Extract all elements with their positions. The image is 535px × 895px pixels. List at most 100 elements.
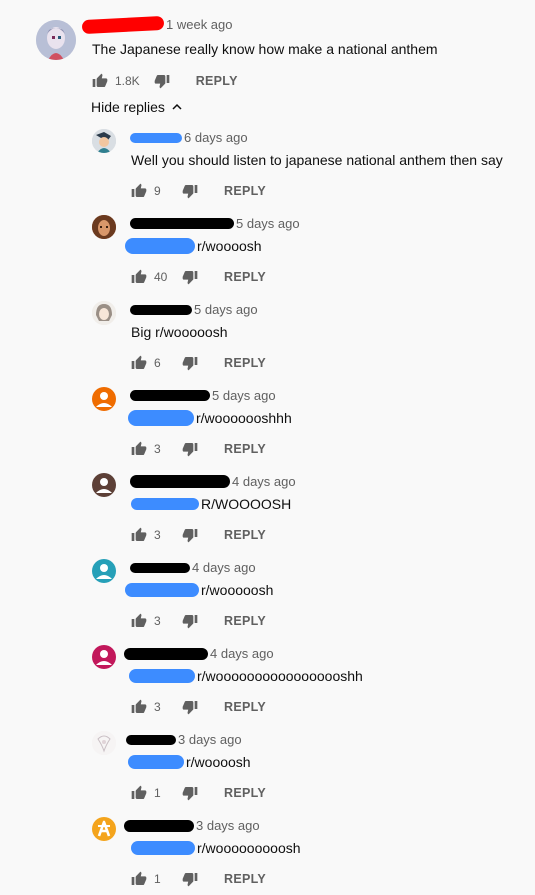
comment-text-content: r/wooooooooosh: [197, 840, 301, 856]
redacted-mention: [128, 755, 184, 769]
comment-text: r/wooooooshhh: [128, 410, 292, 426]
comment-text-content: r/wooooosh: [201, 582, 274, 598]
thumbs-down-icon[interactable]: [182, 183, 198, 199]
reply-button[interactable]: REPLY: [224, 786, 266, 800]
like-count: 6: [154, 356, 161, 370]
comment-time[interactable]: 6 days ago: [184, 130, 248, 145]
avatar[interactable]: [92, 473, 116, 497]
comment-actions: 3 REPLY: [131, 613, 266, 629]
thumbs-up-icon[interactable]: [131, 269, 147, 285]
comment-actions: 1 REPLY: [131, 871, 266, 887]
thumbs-down-icon[interactable]: [182, 269, 198, 285]
comment-time[interactable]: 3 days ago: [178, 732, 242, 747]
reply-item: 6 days ago Well you should listen to jap…: [0, 126, 535, 206]
avatar[interactable]: [92, 817, 116, 841]
default-avatar-icon: [96, 650, 112, 665]
comment-meta: 3 days ago: [126, 732, 242, 747]
reply-item: 3 days ago r/wooooooooosh 1 REPLY: [0, 814, 535, 895]
comment-time[interactable]: 1 week ago: [166, 17, 233, 32]
thumbs-down-icon[interactable]: [182, 355, 198, 371]
thumbs-down-icon[interactable]: [182, 613, 198, 629]
redacted-username: [130, 132, 182, 143]
reply-button[interactable]: REPLY: [224, 528, 266, 542]
default-avatar-icon: [96, 392, 112, 407]
redacted-username: [130, 475, 230, 488]
thumbs-down-icon[interactable]: [154, 73, 170, 89]
reply-button[interactable]: REPLY: [224, 356, 266, 370]
redacted-username: [126, 734, 176, 745]
avatar[interactable]: [92, 731, 116, 755]
avatar[interactable]: [92, 387, 116, 411]
thumbs-up-icon[interactable]: [131, 441, 147, 457]
comment-time[interactable]: 5 days ago: [212, 388, 276, 403]
comment-text: R/WOOOOSH: [131, 496, 291, 512]
comment-text: r/woooosh: [128, 754, 251, 770]
reply-item: 5 days ago r/woooosh 40 REPLY: [0, 212, 535, 292]
thumbs-up-icon[interactable]: [131, 699, 147, 715]
reply-button[interactable]: REPLY: [224, 614, 266, 628]
comment-actions: 3 REPLY: [131, 699, 266, 715]
reply-button[interactable]: REPLY: [224, 270, 266, 284]
comment-actions: 3 REPLY: [131, 527, 266, 543]
thumbs-up-icon[interactable]: [131, 527, 147, 543]
comment-text: r/wooooosh: [125, 582, 273, 598]
avatar[interactable]: [92, 301, 116, 325]
reply-item: 5 days ago Big r/wooooosh 6 REPLY: [0, 298, 535, 378]
like-count: 1: [154, 872, 161, 886]
comment-time[interactable]: 4 days ago: [232, 474, 296, 489]
comment-actions: 6 REPLY: [131, 355, 266, 371]
reply-button[interactable]: REPLY: [224, 184, 266, 198]
like-count: 1: [154, 786, 161, 800]
avatar-art-icon: [92, 301, 116, 325]
like-count: 3: [154, 528, 161, 542]
reply-button[interactable]: REPLY: [196, 74, 238, 88]
redacted-username: [130, 390, 210, 401]
thumbs-down-icon[interactable]: [182, 699, 198, 715]
reply-button[interactable]: REPLY: [224, 700, 266, 714]
chevron-up-icon: [172, 103, 182, 110]
avatar[interactable]: [36, 20, 76, 60]
comment-text: r/wooooooooooooooooshh: [129, 668, 363, 684]
comment-meta: 6 days ago: [130, 130, 248, 145]
thumbs-up-icon[interactable]: [131, 183, 147, 199]
comment-text: r/wooooooooosh: [131, 840, 301, 856]
comment-meta: 4 days ago: [130, 560, 256, 575]
avatar[interactable]: [92, 215, 116, 239]
comment-meta: 4 days ago: [130, 474, 296, 489]
avatar[interactable]: [92, 129, 116, 153]
default-avatar-icon: [96, 564, 112, 579]
thumbs-down-icon[interactable]: [182, 785, 198, 801]
comment-time[interactable]: 5 days ago: [194, 302, 258, 317]
avatar[interactable]: [92, 559, 116, 583]
reply-item: 3 days ago r/woooosh 1 REPLY: [0, 728, 535, 808]
thumbs-down-icon[interactable]: [182, 527, 198, 543]
comment-time[interactable]: 4 days ago: [192, 560, 256, 575]
comment-meta: 5 days ago: [130, 302, 258, 317]
like-count: 3: [154, 700, 161, 714]
like-count: 1.8K: [115, 74, 140, 88]
thumbs-up-icon[interactable]: [131, 871, 147, 887]
thumbs-up-icon[interactable]: [131, 613, 147, 629]
hide-replies-toggle[interactable]: Hide replies: [91, 99, 183, 115]
comment-text: Well you should listen to japanese natio…: [131, 152, 503, 168]
redacted-username: [81, 15, 165, 34]
redacted-username: [130, 304, 192, 315]
redacted-mention: [125, 583, 199, 597]
avatar[interactable]: [92, 645, 116, 669]
thumbs-up-icon[interactable]: [92, 73, 108, 89]
thumbs-up-icon[interactable]: [131, 355, 147, 371]
like-count: 9: [154, 184, 161, 198]
comment-time[interactable]: 5 days ago: [236, 216, 300, 231]
thumbs-up-icon[interactable]: [131, 785, 147, 801]
comment-time[interactable]: 3 days ago: [196, 818, 260, 833]
reply-item: 4 days ago r/wooooosh 3 REPLY: [0, 556, 535, 636]
reply-button[interactable]: REPLY: [224, 442, 266, 456]
reply-button[interactable]: REPLY: [224, 872, 266, 886]
comment-text-content: r/wooooooooooooooooshh: [197, 668, 363, 684]
thumbs-down-icon[interactable]: [182, 441, 198, 457]
avatar-art-icon: [92, 129, 116, 153]
like-count: 3: [154, 442, 161, 456]
top-comment: 1 week ago The Japanese really know how …: [0, 0, 535, 100]
thumbs-down-icon[interactable]: [182, 871, 198, 887]
comment-time[interactable]: 4 days ago: [210, 646, 274, 661]
